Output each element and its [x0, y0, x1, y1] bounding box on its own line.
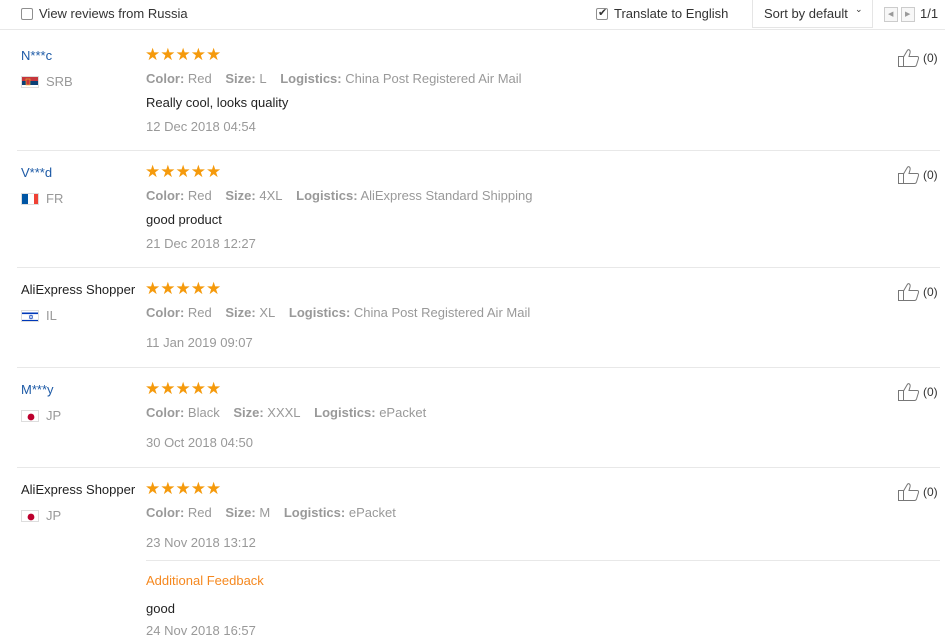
color-value: Red — [187, 305, 212, 320]
serbia-flag-icon — [21, 76, 39, 88]
review-user-name: AliExpress Shopper — [21, 482, 136, 497]
star-rating: ★★★★★ — [145, 279, 222, 299]
review-user-name: AliExpress Shopper — [21, 282, 136, 297]
country-code: IL — [46, 308, 57, 323]
review-date: 11 Jan 2019 09:07 — [146, 335, 253, 350]
star-rating: ★★★★★ — [145, 45, 222, 65]
logistics-label: Logistics: — [280, 71, 342, 86]
review-date: 12 Dec 2018 04:54 — [146, 119, 256, 134]
size-label: Size: — [233, 405, 264, 420]
thumbs-up-icon — [898, 166, 920, 184]
star-rating: ★★★★★ — [145, 479, 222, 499]
like-count: (0) — [923, 51, 938, 65]
color-label: Color: — [146, 188, 185, 203]
thumbs-up-icon — [898, 383, 920, 401]
country-code: JP — [46, 408, 62, 423]
color-label: Color: — [146, 305, 185, 320]
logistics-value: ePacket — [348, 505, 396, 520]
logistics-label: Logistics: — [283, 505, 346, 520]
review-user-name[interactable]: V***d — [21, 165, 52, 180]
order-attributes: Color: Red Size: L Logistics: China Post… — [146, 71, 522, 86]
chevron-down-icon: ⌄ — [855, 5, 863, 15]
next-page-button[interactable] — [901, 7, 915, 22]
israel-flag-icon — [21, 310, 39, 322]
review-date: 23 Nov 2018 13:12 — [146, 535, 256, 550]
logistics-value: ePacket — [379, 405, 427, 420]
review-item: V***d FR ★★★★★ Color: Red Size: 4XL Logi… — [17, 151, 940, 268]
review-item: M***y JP ★★★★★ Color: Black Size: XXXL L… — [17, 368, 940, 468]
thumbs-up-icon — [898, 49, 920, 67]
logistics-value: China Post Registered Air Mail — [345, 71, 522, 86]
like-count: (0) — [923, 285, 938, 299]
country-code: FR — [46, 191, 64, 206]
size-label: Size: — [225, 505, 256, 520]
view-reviews-russia-label[interactable]: View reviews from Russia — [39, 6, 188, 21]
additional-feedback-text: good — [146, 601, 175, 616]
additional-feedback-date: 24 Nov 2018 16:57 — [146, 623, 256, 638]
translate-checkbox[interactable] — [596, 6, 608, 20]
color-label: Color: — [146, 71, 185, 86]
france-flag-icon — [21, 193, 39, 205]
review-date: 21 Dec 2018 12:27 — [146, 236, 256, 251]
country-code: JP — [46, 508, 62, 523]
logistics-value: China Post Registered Air Mail — [353, 305, 531, 320]
additional-feedback-divider — [146, 560, 940, 561]
thumbs-up-icon — [898, 283, 920, 301]
country-code: SRB — [46, 74, 73, 89]
logistics-value: AliExpress Standard Shipping — [360, 188, 533, 203]
previous-page-button[interactable] — [884, 7, 898, 22]
size-label: Size: — [225, 71, 256, 86]
review-user-name[interactable]: N***c — [21, 48, 52, 63]
sort-dropdown-label: Sort by default — [764, 6, 848, 21]
review-user-name[interactable]: M***y — [21, 382, 54, 397]
japan-flag-icon — [21, 410, 39, 422]
japan-flag-icon — [21, 510, 39, 522]
order-attributes: Color: Red Size: XL Logistics: China Pos… — [146, 305, 530, 320]
logistics-label: Logistics: — [288, 305, 351, 320]
size-value: L — [259, 71, 267, 86]
order-attributes: Color: Red Size: 4XL Logistics: AliExpre… — [146, 188, 532, 203]
logistics-label: Logistics: — [314, 405, 376, 420]
order-attributes: Color: Red Size: M Logistics: ePacket — [146, 505, 396, 520]
color-label: Color: — [146, 405, 185, 420]
size-value: 4XL — [259, 188, 283, 203]
review-date: 30 Oct 2018 04:50 — [146, 435, 253, 450]
color-value: Red — [187, 71, 212, 86]
color-value: Black — [187, 405, 220, 420]
thumbs-up-icon — [898, 483, 920, 501]
size-value: XL — [259, 305, 276, 320]
like-count: (0) — [923, 485, 938, 499]
order-attributes: Color: Black Size: XXXL Logistics: ePack… — [146, 405, 426, 420]
color-value: Red — [187, 188, 212, 203]
review-text: good product — [146, 212, 222, 227]
star-rating: ★★★★★ — [145, 379, 222, 399]
reviews-toolbar: View reviews from Russia Translate to En… — [0, 0, 945, 30]
additional-feedback-title: Additional Feedback — [146, 573, 264, 588]
like-count: (0) — [923, 168, 938, 182]
translate-label[interactable]: Translate to English — [614, 6, 728, 21]
size-label: Size: — [225, 188, 256, 203]
logistics-label: Logistics: — [296, 188, 358, 203]
review-item: AliExpress Shopper JP ★★★★★ Color: Red S… — [17, 468, 940, 644]
size-value: XXXL — [267, 405, 301, 420]
color-value: Red — [187, 505, 212, 520]
view-reviews-russia-checkbox[interactable] — [21, 8, 33, 20]
like-count: (0) — [923, 385, 938, 399]
star-rating: ★★★★★ — [145, 162, 222, 182]
size-value: M — [259, 505, 271, 520]
page-indicator: 1/1 — [920, 6, 939, 21]
color-label: Color: — [146, 505, 185, 520]
review-item: AliExpress Shopper IL ★★★★★ Color: Red S… — [17, 268, 940, 368]
sort-dropdown[interactable]: Sort by default ⌄ — [752, 0, 873, 28]
review-item: N***c SRB ★★★★★ Color: Red Size: L Logis… — [17, 34, 940, 151]
size-label: Size: — [225, 305, 256, 320]
review-text: Really cool, looks quality — [146, 95, 289, 110]
